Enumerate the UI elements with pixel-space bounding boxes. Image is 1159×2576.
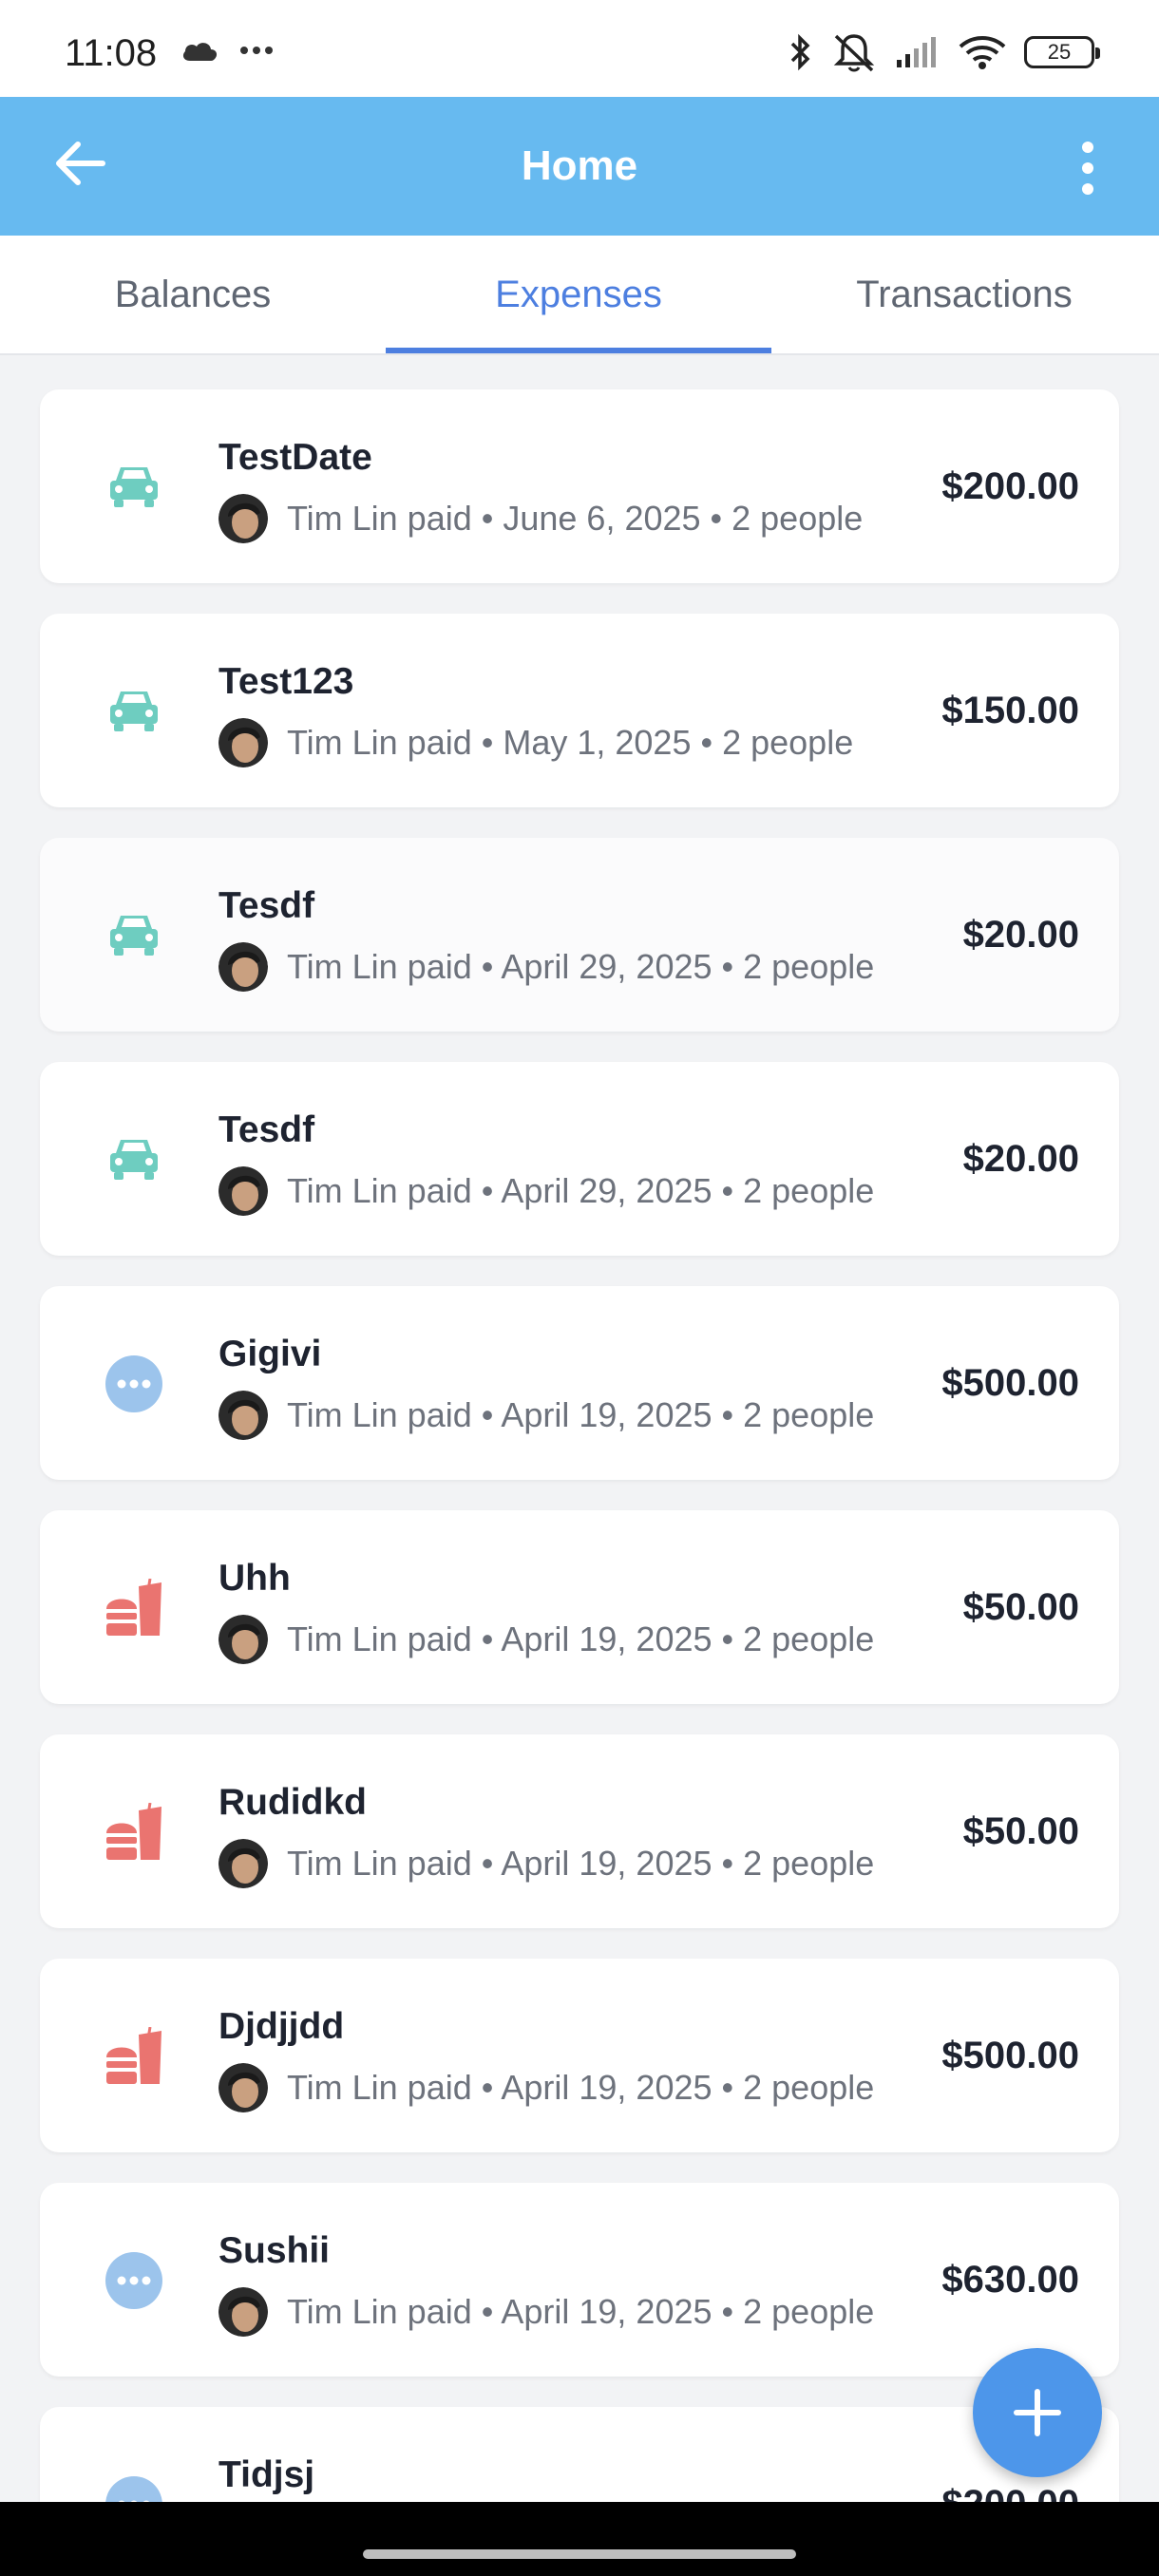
expense-item[interactable]: Tesdf Tim Lin paid • April 29, 2025 • 2 … xyxy=(40,1062,1119,1256)
expense-item[interactable]: TestDate Tim Lin paid • June 6, 2025 • 2… xyxy=(40,389,1119,583)
avatar xyxy=(218,718,268,767)
expense-subtitle: Tim Lin paid • June 6, 2025 • 2 people xyxy=(287,499,864,538)
wifi-icon xyxy=(959,36,1006,69)
avatar xyxy=(218,1839,268,1888)
mute-icon xyxy=(833,34,875,72)
expense-item[interactable]: Gigivi Tim Lin paid • April 19, 2025 • 2… xyxy=(40,1286,1119,1480)
expense-item[interactable]: Tesdf Tim Lin paid • April 29, 2025 • 2 … xyxy=(40,838,1119,1032)
expense-subtitle: Tim Lin paid • April 29, 2025 • 2 people xyxy=(287,947,875,986)
expense-subtitle: Tim Lin paid • April 19, 2025 • 2 people xyxy=(287,2292,875,2331)
car-icon xyxy=(110,916,158,956)
food-icon xyxy=(106,2027,162,2084)
expense-item[interactable]: Uhh Tim Lin paid • April 19, 2025 • 2 pe… xyxy=(40,1510,1119,1704)
more-dots-icon xyxy=(240,47,273,54)
battery-icon: 25 xyxy=(1024,36,1100,68)
expense-amount: $20.00 xyxy=(962,914,1079,956)
tab-bar: Balances Expenses Transactions xyxy=(0,236,1159,355)
active-tab-indicator xyxy=(386,348,771,353)
plus-icon xyxy=(1014,2389,1061,2436)
status-time: 11:08 xyxy=(65,32,158,74)
tab-expenses[interactable]: Expenses xyxy=(386,236,771,353)
expense-subtitle: Tim Lin paid • April 19, 2025 • 2 people xyxy=(287,1844,875,1883)
expense-amount: $500.00 xyxy=(941,2035,1079,2076)
avatar xyxy=(218,2063,268,2112)
more-options-button[interactable] xyxy=(1054,135,1121,201)
app-bar: Home xyxy=(0,97,1159,236)
car-icon xyxy=(110,1140,158,1180)
expense-item[interactable]: Rudidkd Tim Lin paid • April 19, 2025 • … xyxy=(40,1734,1119,1928)
more-vertical-icon xyxy=(1082,142,1093,195)
expense-amount: $630.00 xyxy=(941,2259,1079,2301)
expense-amount: $500.00 xyxy=(941,1362,1079,1404)
expense-title: Uhh xyxy=(218,1558,291,1599)
expense-subtitle: Tim Lin paid • May 1, 2025 • 2 people xyxy=(287,723,854,762)
bluetooth-icon xyxy=(790,33,810,71)
expense-title: Tesdf xyxy=(218,885,315,926)
expense-item[interactable]: Test123 Tim Lin paid • May 1, 2025 • 2 p… xyxy=(40,614,1119,807)
expense-amount: $20.00 xyxy=(962,1138,1079,1180)
car-icon xyxy=(110,691,158,731)
avatar xyxy=(218,942,268,992)
status-bar: 11:08 25 xyxy=(0,0,1159,97)
expense-item[interactable]: Tidjsj $200.00 xyxy=(40,2407,1119,2502)
tab-balances[interactable]: Balances xyxy=(0,236,386,353)
expense-amount: $200.00 xyxy=(941,465,1079,507)
other-dots-icon xyxy=(105,1355,162,1412)
avatar xyxy=(218,1166,268,1216)
expense-list[interactable]: TestDate Tim Lin paid • June 6, 2025 • 2… xyxy=(0,355,1159,2502)
food-icon xyxy=(106,1803,162,1860)
expense-title: Gigivi xyxy=(218,1334,322,1374)
expense-title: Tesdf xyxy=(218,1109,315,1150)
expense-amount: $150.00 xyxy=(941,690,1079,731)
expense-item[interactable]: Sushii Tim Lin paid • April 19, 2025 • 2… xyxy=(40,2183,1119,2377)
expense-subtitle: Tim Lin paid • April 19, 2025 • 2 people xyxy=(287,1395,875,1434)
expense-title: TestDate xyxy=(218,437,372,478)
signal-icon xyxy=(897,37,936,67)
avatar xyxy=(218,1615,268,1664)
expense-amount: $200.00 xyxy=(941,2483,1079,2502)
other-dots-icon xyxy=(105,2252,162,2309)
avatar xyxy=(218,494,268,543)
avatar xyxy=(218,1391,268,1440)
avatar xyxy=(218,2287,268,2337)
other-dots-icon xyxy=(105,2476,162,2502)
home-indicator[interactable] xyxy=(363,2549,796,2559)
cloud-icon xyxy=(182,43,218,61)
expense-amount: $50.00 xyxy=(962,1586,1079,1628)
expense-subtitle: Tim Lin paid • April 19, 2025 • 2 people xyxy=(287,1619,875,1658)
food-icon xyxy=(106,1579,162,1636)
tab-transactions[interactable]: Transactions xyxy=(771,236,1157,353)
page-title: Home xyxy=(521,142,638,189)
expense-title: Djdjjdd xyxy=(218,2006,345,2047)
expense-title: Rudidkd xyxy=(218,1782,367,1823)
expense-title: Test123 xyxy=(218,661,354,702)
expense-subtitle: Tim Lin paid • April 19, 2025 • 2 people xyxy=(287,2068,875,2107)
expense-title: Sushii xyxy=(218,2230,331,2271)
expense-amount: $50.00 xyxy=(962,1810,1079,1852)
system-nav-bar xyxy=(0,2502,1159,2576)
expense-title: Tidjsj xyxy=(218,2454,315,2495)
car-icon xyxy=(110,467,158,507)
expense-item[interactable]: Djdjjdd Tim Lin paid • April 19, 2025 • … xyxy=(40,1959,1119,2152)
add-expense-button[interactable] xyxy=(973,2348,1102,2477)
expense-subtitle: Tim Lin paid • April 29, 2025 • 2 people xyxy=(287,1171,875,1210)
